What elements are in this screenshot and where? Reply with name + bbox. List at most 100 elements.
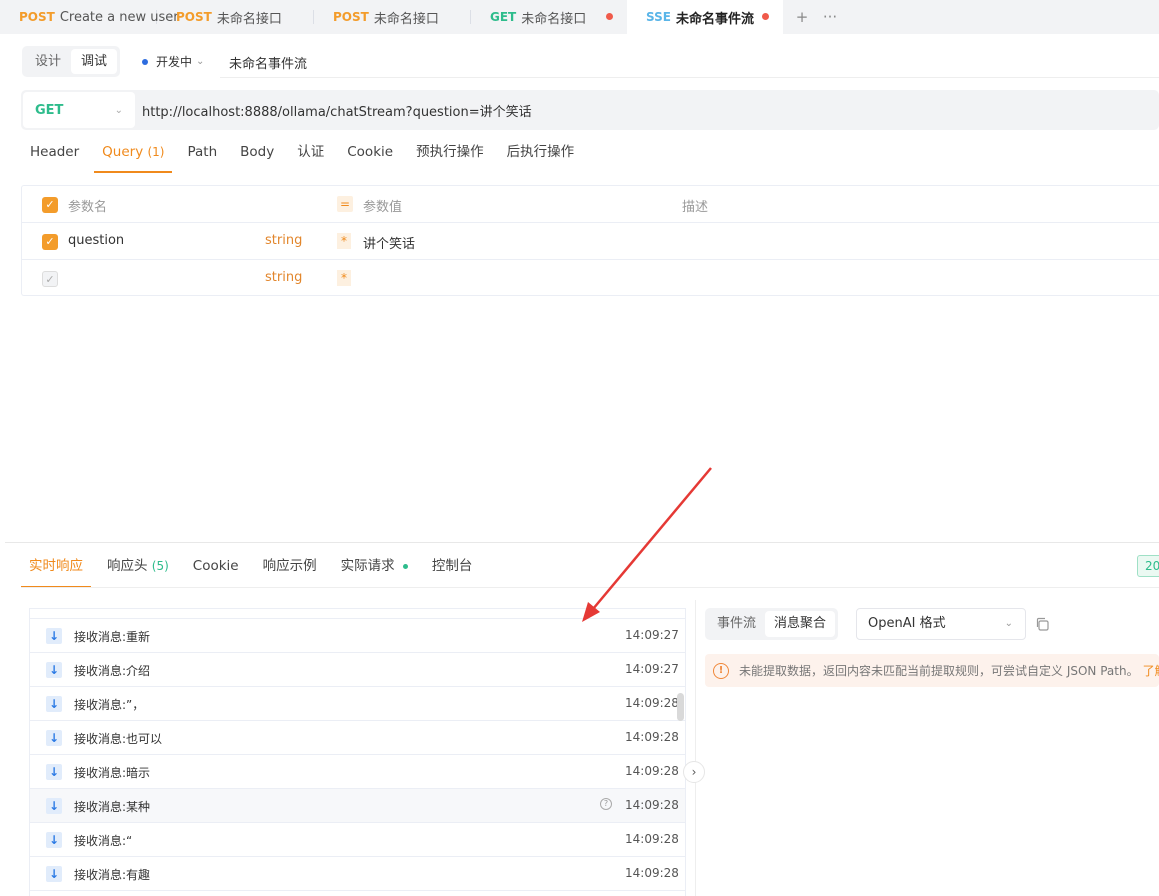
- tab-query[interactable]: Query (1): [94, 135, 173, 173]
- tab-response-headers-label: 响应头: [107, 558, 148, 574]
- event-list-scrollbar[interactable]: [677, 693, 684, 721]
- status-badge: 20: [1137, 555, 1159, 577]
- divider: [220, 77, 1159, 78]
- param-enabled-checkbox[interactable]: ✓: [42, 271, 58, 287]
- view-switch: 事件流 消息聚合: [705, 608, 839, 640]
- method-select[interactable]: GET ⌄: [23, 92, 135, 128]
- arrow-down-icon: ↓: [46, 730, 62, 746]
- param-tabs: Header Query (1) Path Body 认证 Cookie 预执行…: [30, 135, 597, 173]
- tab-console[interactable]: 控制台: [424, 548, 481, 588]
- tab-title: 未命名事件流: [675, 11, 754, 27]
- url-bar: GET ⌄ http://localhost:8888/ollama/chatS…: [21, 90, 1159, 130]
- select-all-checkbox[interactable]: ✓: [42, 197, 58, 213]
- param-enabled-checkbox[interactable]: ✓: [42, 234, 58, 250]
- event-time: 14:09:27: [625, 628, 679, 642]
- design-mode-button[interactable]: 设计: [25, 49, 71, 74]
- unsaved-dot: [606, 13, 613, 20]
- tab-sse-unnamed[interactable]: SSE 未命名事件流: [627, 0, 783, 34]
- event-text: 接收消息:“: [74, 834, 133, 848]
- add-tab-icon[interactable]: +: [793, 8, 811, 26]
- tab-response-example[interactable]: 响应示例: [255, 548, 325, 588]
- event-text: 接收消息:介绍: [74, 664, 151, 678]
- tab-title: 未命名接口: [373, 11, 439, 27]
- chevron-right-icon[interactable]: ›: [683, 761, 705, 783]
- method-label: POST: [333, 10, 369, 24]
- list-item[interactable]: ↓ 接收消息:”， 14:09:28: [30, 687, 685, 721]
- list-item[interactable]: ↓ 接收消息:有趣 14:09:28: [30, 857, 685, 891]
- col-param-name: 参数名: [68, 200, 108, 215]
- tab-title: 未命名接口: [521, 11, 587, 27]
- divider: [5, 542, 1159, 543]
- param-name-input[interactable]: question: [68, 233, 124, 248]
- tab-realtime-response[interactable]: 实时响应: [21, 548, 91, 588]
- chevron-down-icon: ⌄: [1004, 618, 1013, 629]
- divider: [21, 587, 1159, 588]
- method-label: POST: [176, 10, 212, 24]
- tab-post-unnamed-1[interactable]: POST 未命名接口: [157, 0, 313, 34]
- env-label: 开发中: [156, 55, 193, 69]
- tab-post-create-user[interactable]: POST Create a new user: [0, 0, 179, 34]
- event-time: 14:09:27: [625, 662, 679, 676]
- mode-switch: 设计 调试: [22, 46, 121, 77]
- list-item[interactable]: ↓ 接收消息:介绍 14:09:27: [30, 653, 685, 687]
- tab-get-unnamed[interactable]: GET 未命名接口: [471, 0, 627, 34]
- event-list: ↓ 接收消息:重新 14:09:27 ↓ 接收消息:介绍 14:09:27 ↓ …: [29, 608, 686, 896]
- learn-more-link[interactable]: 了解: [1143, 662, 1159, 679]
- tab-pre-script[interactable]: 预执行操作: [416, 135, 484, 173]
- event-text: 接收消息:”，: [74, 698, 145, 712]
- required-icon[interactable]: *: [337, 270, 351, 286]
- list-top-edge: [30, 609, 685, 619]
- table-header-row: ✓ 参数名 = 参数值 描述: [22, 186, 1159, 223]
- arrow-down-icon: ↓: [46, 696, 62, 712]
- event-time: 14:09:28: [625, 764, 679, 778]
- list-item[interactable]: ↓ 接收消息:某种 ? 14:09:28: [30, 789, 685, 823]
- debug-mode-button[interactable]: 调试: [71, 49, 118, 74]
- param-type-select[interactable]: string: [265, 270, 302, 285]
- param-type-select[interactable]: string: [265, 233, 302, 248]
- list-item[interactable]: ↓ 接收消息:“ 14:09:28: [30, 823, 685, 857]
- tab-path[interactable]: Path: [187, 135, 217, 173]
- tab-actual-request[interactable]: 实际请求: [333, 548, 416, 588]
- list-item[interactable]: ↓ 接收消息:暗示 14:09:28: [30, 755, 685, 789]
- tab-query-label: Query: [102, 144, 144, 160]
- tab-actual-request-label: 实际请求: [340, 558, 395, 574]
- event-time: 14:09:28: [625, 730, 679, 744]
- method-label: SSE: [646, 10, 671, 24]
- event-text: 接收消息:重新: [74, 630, 151, 644]
- response-tabs: 实时响应 响应头 (5) Cookie 响应示例 实际请求 控制台: [21, 548, 488, 588]
- copy-icon[interactable]: [1035, 617, 1049, 631]
- tab-response-headers[interactable]: 响应头 (5): [99, 548, 177, 588]
- tab-post-unnamed-2[interactable]: POST 未命名接口: [314, 0, 470, 34]
- panel-splitter[interactable]: [695, 600, 696, 896]
- event-text: 接收消息:也可以: [74, 732, 163, 746]
- more-tabs-icon[interactable]: ···: [821, 8, 839, 26]
- equals-icon: =: [337, 196, 353, 212]
- request-name-input[interactable]: 未命名事件流: [229, 53, 307, 72]
- tab-query-count: (1): [147, 145, 165, 159]
- tab-auth[interactable]: 认证: [297, 135, 324, 173]
- col-param-value: 参数值: [363, 200, 403, 215]
- help-icon[interactable]: ?: [600, 798, 612, 810]
- tab-post-script[interactable]: 后执行操作: [507, 135, 575, 173]
- arrow-down-icon: ↓: [46, 764, 62, 780]
- list-item[interactable]: ↓ 接收消息:重新 14:09:27: [30, 619, 685, 653]
- event-text: 接收消息:暗示: [74, 766, 151, 780]
- tab-header[interactable]: Header: [30, 135, 79, 173]
- environment-selector[interactable]: 开发中 ⌄: [142, 53, 204, 70]
- method-label: POST: [19, 10, 55, 24]
- event-time: 14:09:28: [625, 696, 679, 710]
- format-select[interactable]: OpenAI 格式 ⌄: [856, 608, 1026, 640]
- required-icon[interactable]: *: [337, 233, 351, 249]
- url-input[interactable]: http://localhost:8888/ollama/chatStream?…: [142, 101, 532, 120]
- tab-response-cookie[interactable]: Cookie: [185, 548, 247, 588]
- tab-cookie[interactable]: Cookie: [347, 135, 393, 173]
- param-value-input[interactable]: 讲个笑话: [363, 233, 415, 252]
- message-merge-button[interactable]: 消息聚合: [765, 611, 836, 637]
- arrow-down-icon: ↓: [46, 866, 62, 882]
- event-time: 14:09:28: [625, 866, 679, 880]
- event-stream-button[interactable]: 事件流: [708, 611, 765, 637]
- list-item[interactable]: ↓ 接收消息:也可以 14:09:28: [30, 721, 685, 755]
- tab-body[interactable]: Body: [240, 135, 274, 173]
- tab-response-headers-count: (5): [151, 559, 169, 573]
- table-row: ✓ question string * 讲个笑话: [22, 223, 1159, 260]
